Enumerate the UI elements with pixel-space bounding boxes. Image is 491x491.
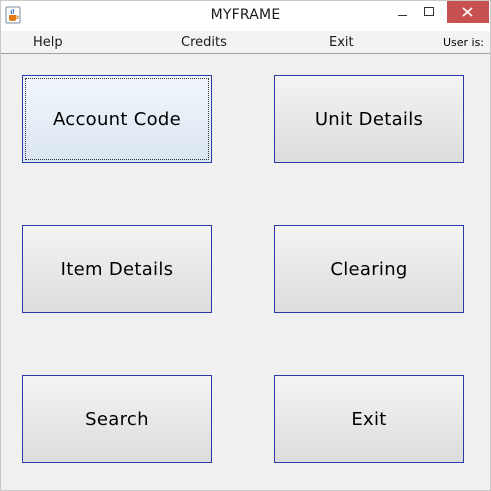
unit-details-label: Unit Details [314, 108, 424, 130]
unit-details-button[interactable]: Unit Details [274, 75, 464, 163]
close-icon [462, 7, 473, 17]
user-label: User is: [442, 36, 484, 49]
menu-credits[interactable]: Credits [181, 35, 227, 50]
account-code-button[interactable]: Account Code [22, 75, 212, 163]
menu-bar: Help Credits Exit User is: [1, 31, 490, 54]
app-window: MYFRAME Help Credits Exit User is: Accou… [0, 0, 491, 491]
item-details-label: Item Details [60, 258, 174, 280]
search-label: Search [85, 408, 149, 430]
clearing-label: Clearing [330, 258, 408, 280]
minimize-button[interactable] [387, 1, 417, 23]
item-details-button[interactable]: Item Details [22, 225, 212, 313]
maximize-button[interactable] [417, 1, 445, 23]
exit-label: Exit [351, 408, 387, 430]
menu-exit[interactable]: Exit [329, 35, 354, 50]
title-bar[interactable]: MYFRAME [1, 1, 490, 31]
account-code-label: Account Code [52, 108, 182, 130]
menu-help[interactable]: Help [33, 35, 63, 50]
close-button[interactable] [447, 1, 489, 23]
exit-button[interactable]: Exit [274, 375, 464, 463]
clearing-button[interactable]: Clearing [274, 225, 464, 313]
search-button[interactable]: Search [22, 375, 212, 463]
